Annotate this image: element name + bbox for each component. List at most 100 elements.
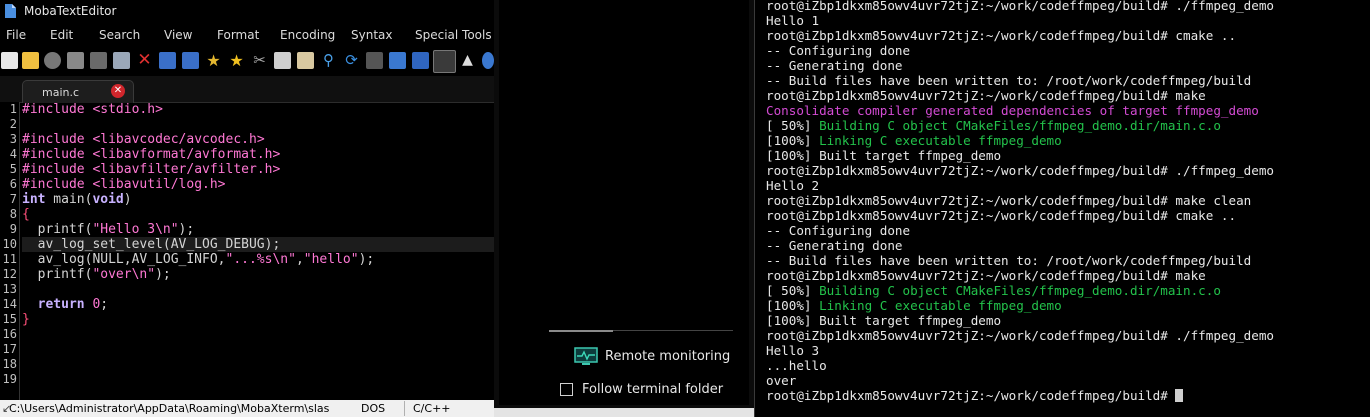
terminal-line: [100%] Linking C executable ffmpeg_demo — [766, 298, 1062, 313]
terminal-line: -- Configuring done — [766, 223, 910, 238]
terminal-text: -- Configuring done — [766, 43, 911, 58]
line-number: 8 — [9, 207, 17, 221]
line-number: 7 — [9, 192, 17, 206]
paste-icon[interactable] — [297, 52, 314, 69]
copy-icon[interactable] — [274, 52, 291, 69]
terminal-text: root@iZbp1dkxm85owv4uvr72tjZ:~/work/code… — [766, 328, 1274, 343]
terminal-line: over — [766, 373, 796, 388]
build-step-text: Linking C executable ffmpeg_demo — [819, 133, 1062, 148]
goto-icon[interactable] — [366, 52, 383, 69]
line-number: 17 — [2, 342, 17, 356]
code-area[interactable]: #include <stdio.h> #include <libavcodec/… — [22, 102, 494, 400]
code-line: av_log(NULL,AV_LOG_INFO,"...%s\n","hello… — [22, 252, 375, 267]
status-eol: DOS — [361, 402, 386, 415]
terminal-text: ...hello — [766, 358, 827, 373]
unindent-icon[interactable] — [159, 52, 176, 69]
save-icon[interactable] — [67, 52, 84, 69]
side-panel-content: Remote monitoring Follow terminal folder — [499, 0, 749, 405]
indent-icon[interactable] — [182, 52, 199, 69]
terminal-line: root@iZbp1dkxm85owv4uvr72tjZ:~/work/code… — [766, 268, 1206, 283]
terminal-line: Hello 1 — [766, 13, 819, 28]
progress-prefix: [100%] — [766, 133, 820, 148]
code-line: #include <stdio.h> — [22, 102, 163, 117]
line-number: 13 — [2, 282, 17, 296]
document-icon — [5, 4, 16, 18]
line-number: 3 — [9, 132, 17, 146]
code-line: printf("Hello 3\n"); — [22, 222, 195, 237]
menu-encoding[interactable]: Encoding — [280, 28, 335, 42]
line-number: 18 — [2, 357, 17, 371]
progress-prefix: [100%] — [766, 298, 820, 313]
line-number: 6 — [9, 177, 17, 191]
panel-status-strip — [494, 408, 754, 417]
bookmark-icon[interactable]: ★ — [205, 52, 222, 69]
open-folder-icon[interactable] — [22, 52, 39, 69]
terminal-line: root@iZbp1dkxm85owv4uvr72tjZ:~/work/code… — [766, 88, 1206, 103]
save-all-icon[interactable] — [90, 52, 107, 69]
app-title: MobaTextEditor — [24, 4, 117, 18]
menu-special-tools[interactable]: Special Tools — [415, 28, 492, 42]
terminal-line: [100%] Built target ffmpeg_demo — [766, 313, 1001, 328]
menu-search[interactable]: Search — [99, 28, 140, 42]
line-number: 11 — [2, 252, 17, 266]
replace-icon[interactable]: ⟳ — [343, 52, 360, 69]
terminal-text: root@iZbp1dkxm85owv4uvr72tjZ:~/work/code… — [766, 208, 1237, 223]
code-line: #include <libavfilter/avfilter.h> — [22, 162, 281, 177]
windows-format-icon[interactable] — [433, 50, 456, 73]
build-step-text: Building C object CMakeFiles/ffmpeg_demo… — [819, 283, 1221, 298]
line-number: 9 — [9, 222, 17, 236]
split-icon[interactable] — [412, 52, 429, 69]
terminal-text: Hello 2 — [766, 178, 820, 193]
current-code-line: av_log_set_level(AV_LOG_DEBUG); — [22, 237, 494, 252]
panel-scroll-indicator — [549, 330, 613, 332]
close-icon[interactable]: ✕ — [136, 52, 153, 69]
reload-icon[interactable] — [44, 52, 61, 69]
terminal-line: root@iZbp1dkxm85owv4uvr72tjZ:~/work/code… — [766, 388, 1184, 403]
line-number: 4 — [9, 147, 17, 161]
menu-view[interactable]: View — [164, 28, 192, 42]
menu-format[interactable]: Format — [217, 28, 259, 42]
new-file-icon[interactable] — [1, 52, 18, 69]
terminal-text: Consolidate compiler generated dependenc… — [766, 103, 1259, 118]
menu-bar: File Edit Search View Format Encoding Sy… — [0, 24, 494, 46]
menu-file[interactable]: File — [6, 28, 26, 42]
code-line: { — [22, 207, 30, 222]
menu-edit[interactable]: Edit — [50, 28, 73, 42]
terminal-text: -- Generating done — [766, 238, 903, 253]
status-file-path: C:\Users\Administrator\AppData\Roaming\M… — [9, 402, 330, 415]
terminal-line: [100%] Built target ffmpeg_demo — [766, 148, 1001, 163]
tab-main-c[interactable]: main.c ✕ — [22, 80, 134, 103]
bookmark-next-icon[interactable]: ★ — [228, 52, 245, 69]
terminal-line: root@iZbp1dkxm85owv4uvr72tjZ:~/work/code… — [766, 163, 1274, 178]
terminal-text: over — [766, 373, 797, 388]
terminal-line: -- Build files have been written to: /ro… — [766, 253, 1251, 268]
toolbar: ✕ ★ ★ ✂ ⚲ ⟳ ▲ — [0, 46, 494, 76]
terminal-text: root@iZbp1dkxm85owv4uvr72tjZ:~/work/code… — [766, 28, 1237, 43]
title-bar: MobaTextEditor — [0, 0, 494, 24]
terminal-text: root@iZbp1dkxm85owv4uvr72tjZ:~/work/code… — [766, 88, 1206, 103]
build-step-text: Linking C executable ffmpeg_demo — [819, 298, 1062, 313]
terminal-line: ...hello — [766, 358, 827, 373]
linux-format-icon[interactable]: ▲ — [459, 52, 476, 69]
terminal-text: root@iZbp1dkxm85owv4uvr72tjZ:~/work/code… — [766, 0, 1274, 13]
follow-terminal-folder-label: Follow terminal folder — [582, 382, 724, 397]
terminal-line: [ 50%] Building C object CMakeFiles/ffmp… — [766, 118, 1221, 133]
mac-format-icon[interactable] — [482, 52, 494, 69]
terminal-text: -- Build files have been written to: /ro… — [766, 253, 1252, 268]
code-line: printf("over\n"); — [22, 267, 171, 282]
terminal-line: root@iZbp1dkxm85owv4uvr72tjZ:~/work/code… — [766, 328, 1274, 343]
terminal-line: Hello 3 — [766, 343, 819, 358]
terminal-line: -- Build files have been written to: /ro… — [766, 73, 1251, 88]
terminal-text: -- Generating done — [766, 58, 903, 73]
terminal-text: root@iZbp1dkxm85owv4uvr72tjZ:~/work/code… — [766, 268, 1206, 283]
line-number: 12 — [2, 267, 17, 281]
find-icon[interactable]: ⚲ — [320, 52, 337, 69]
print-icon[interactable] — [113, 52, 130, 69]
terminal[interactable]: root@iZbp1dkxm85owv4uvr72tjZ:~/work/code… — [754, 0, 1370, 417]
checkbox-icon[interactable] — [560, 383, 573, 396]
cut-icon[interactable]: ✂ — [251, 52, 268, 69]
menu-syntax[interactable]: Syntax — [351, 28, 392, 42]
tab-close-icon[interactable]: ✕ — [111, 84, 125, 98]
compare-icon[interactable] — [389, 52, 406, 69]
code-line: int main(void) — [22, 192, 132, 207]
